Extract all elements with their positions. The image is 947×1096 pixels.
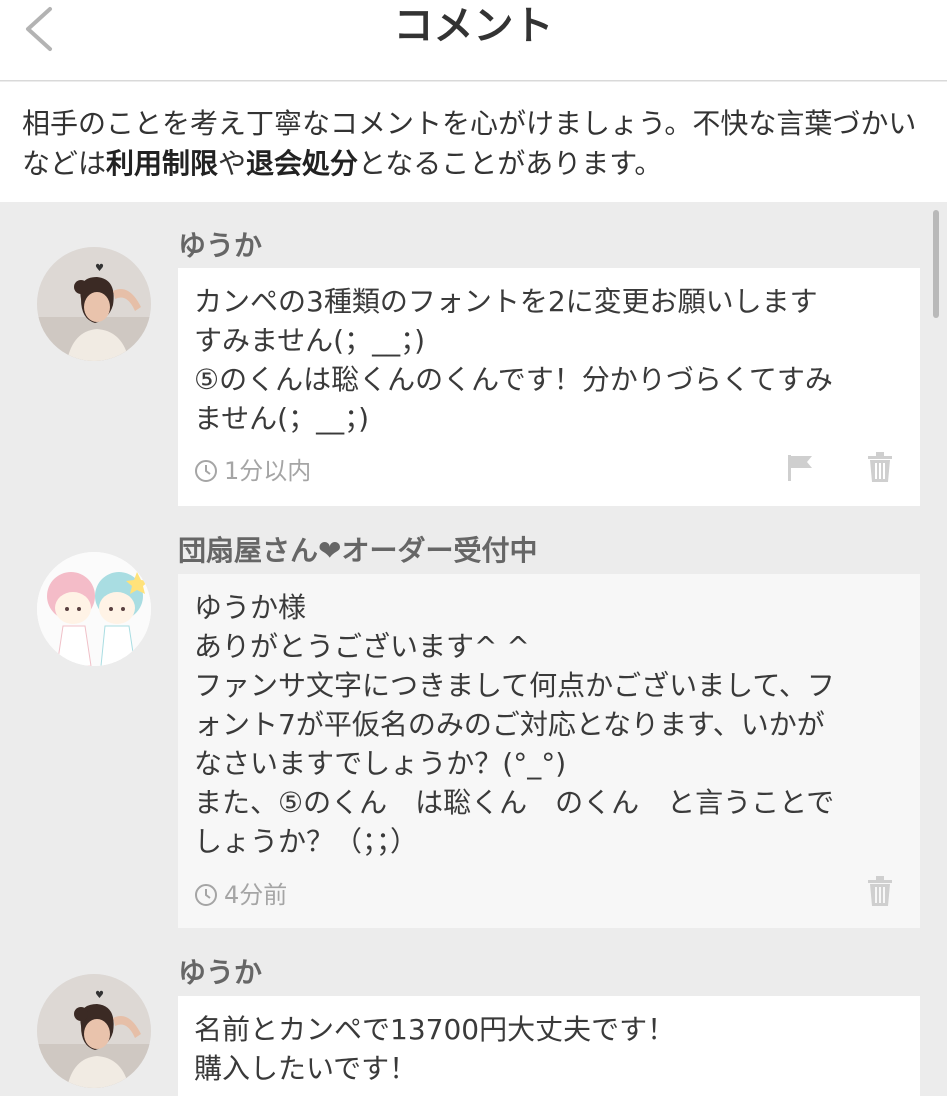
notice-usage-restriction: 利用制限 <box>106 147 219 180</box>
comment-text-line: ません(；__；) <box>194 402 370 435</box>
notice-connector: や <box>218 147 247 180</box>
timestamp-text: 4分前 <box>224 881 288 909</box>
avatar[interactable] <box>37 552 151 666</box>
avatar[interactable]: ♥ <box>37 247 151 361</box>
comment-text-line: なさいますでしょうか？(°_°) <box>194 747 567 780</box>
comment-text-line: ありがとうございます^ ^ <box>194 630 530 663</box>
comment-text-line: また、⑤のくん は聡くん のくん と言うことで <box>194 786 835 819</box>
comment-bubble: ゆうか様 ありがとうございます^ ^ ファンサ文字につきまして何点かございまして… <box>178 574 920 928</box>
timestamp-text: 1分以内 <box>224 457 312 485</box>
comment-timestamp: 1分以内 <box>194 453 311 487</box>
username[interactable]: ゆうか <box>178 224 262 264</box>
comment-text-line: ゆうか様 <box>194 591 307 624</box>
trash-icon[interactable] <box>866 875 894 907</box>
comment-text-line: ファンサ文字につきまして何点かございまして、フ <box>194 669 835 702</box>
comment-text-line: すみません(；__；) <box>194 324 426 357</box>
scrollbar[interactable] <box>933 210 939 318</box>
clock-icon <box>195 884 217 906</box>
svg-text:♥: ♥ <box>95 263 104 274</box>
comment-bubble: 名前とカンペで13700円大丈夫です！ 購入したいです！ <box>178 996 920 1096</box>
nav-header: コメント <box>0 0 947 81</box>
avatar[interactable]: ♥ <box>37 974 151 1088</box>
comment-text-line: ォント7が平仮名のみのご対応となります、いかが <box>194 708 825 741</box>
notice-suffix: となることがあります。 <box>358 147 663 180</box>
comment-text-line: 購入したいです！ <box>194 1052 418 1085</box>
comment-timestamp: 4分前 <box>194 877 287 911</box>
comment-list[interactable]: ♥ ゆうか カンペの3種類のフォントを2に変更お願いします すみません(；__；… <box>0 202 947 1096</box>
trash-icon[interactable] <box>866 451 894 483</box>
page-title: コメント <box>393 3 554 49</box>
comment-text-line: ⑤のくんは聡くんのくんです！分かりづらくてすみ <box>194 363 833 396</box>
svg-text:♥: ♥ <box>95 990 104 1001</box>
username[interactable]: 団扇屋さん❤︎オーダー受付中 <box>178 529 537 569</box>
comment-text-line: しょうか？（；；） <box>194 825 419 858</box>
comment-guideline-notice: 相手のことを考え丁寧なコメントを心がけましょう。不快な言葉づかいなどは利用制限や… <box>0 82 947 202</box>
flag-icon[interactable] <box>785 453 815 483</box>
notice-account-termination: 退会処分 <box>246 147 359 180</box>
clock-icon <box>195 460 217 482</box>
username[interactable]: ゆうか <box>178 951 262 991</box>
comment-text-line: カンペの3種類のフォントを2に変更お願いします <box>194 285 818 318</box>
comment-text-line: 名前とカンペで13700円大丈夫です！ <box>194 1013 676 1046</box>
